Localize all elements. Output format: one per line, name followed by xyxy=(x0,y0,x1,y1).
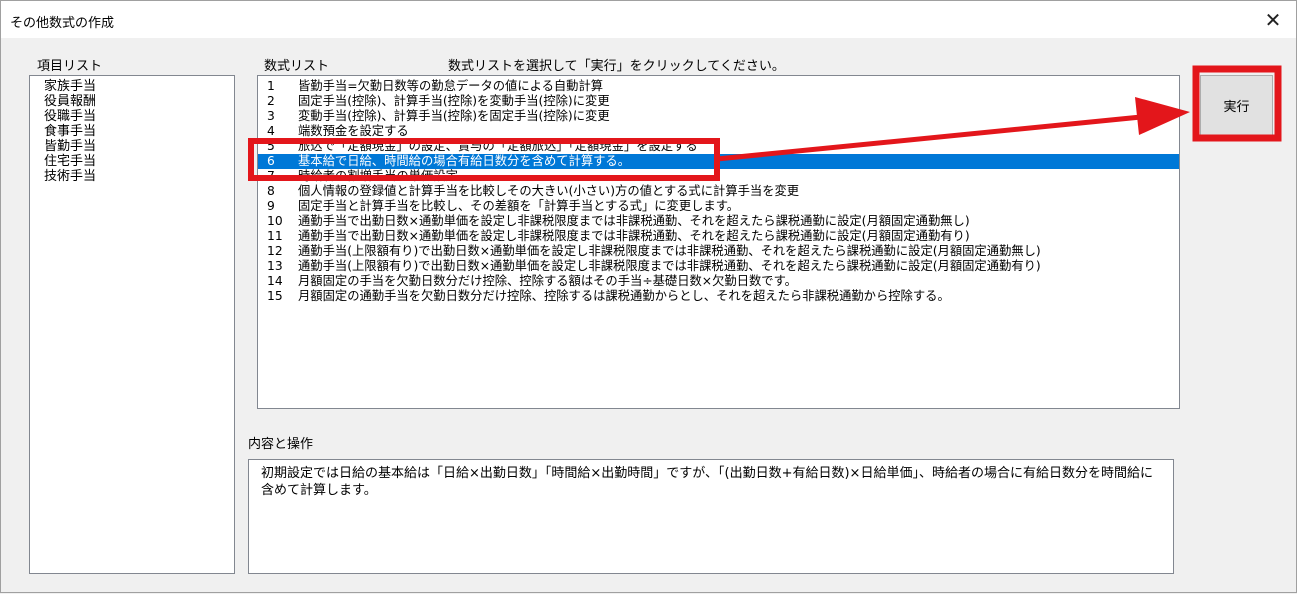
formula-row-text: 個人情報の登録値と計算手当を比較しその大きい(小さい)方の値とする式に計算手当を… xyxy=(298,184,800,198)
formula-row[interactable]: 7 時給者の割増手当の単価設定 xyxy=(258,169,1179,184)
formula-row[interactable]: 1 皆勤手当=欠勤日数等の勤怠データの値による自動計算 xyxy=(258,79,1179,94)
list-item[interactable]: 役員報酬 xyxy=(30,94,234,109)
list-item[interactable]: 皆勤手当 xyxy=(30,139,234,154)
formula-row-number: 8 xyxy=(267,184,275,198)
close-button[interactable]: ✕ xyxy=(1250,1,1296,38)
window-title: その他数式の作成 xyxy=(10,16,115,31)
dialog-window: その他数式の作成 ✕ 項目リスト 家族手当 役員報酬 役職手当 食事手当 皆勤手当 住宅手… xyxy=(0,0,1297,593)
formula-row-text: 時給者の割増手当の単価設定 xyxy=(298,169,458,183)
list-item[interactable]: 食事手当 xyxy=(30,124,234,139)
formula-list-label: 数式リスト xyxy=(264,59,330,74)
formula-row-text: 皆勤手当=欠勤日数等の勤怠データの値による自動計算 xyxy=(298,79,604,93)
formula-row[interactable]: 2 固定手当(控除)、計算手当(控除)を変動手当(控除)に変更 xyxy=(258,94,1179,109)
instruction-text: 数式リストを選択して「実行」をクリックしてください。 xyxy=(448,59,785,74)
item-listbox[interactable]: 家族手当 役員報酬 役職手当 食事手当 皆勤手当 住宅手当 技術手当 xyxy=(29,75,235,574)
formula-row-text: 月額固定の通勤手当を欠勤日数分だけ控除、控除するは課税通勤からとし、それを超えた… xyxy=(298,289,950,303)
list-item[interactable]: 家族手当 xyxy=(30,79,234,94)
formula-row[interactable]: 8 個人情報の登録値と計算手当を比較しその大きい(小さい)方の値とする式に計算手当… xyxy=(258,184,1179,199)
formula-row[interactable]: 10 通勤手当で出勤日数×通勤単価を設定し非課税限度までは非課税通勤、それを超えた… xyxy=(258,214,1179,229)
formula-row-number: 12 xyxy=(267,244,283,258)
list-item[interactable]: 技術手当 xyxy=(30,169,234,184)
formula-row-number: 7 xyxy=(267,169,275,183)
formula-row-text: 通勤手当で出勤日数×通勤単価を設定し非課税限度までは非課税通勤、それを超えたら課… xyxy=(298,229,970,243)
formula-row-text: 変動手当(控除)、計算手当(控除)を固定手当(控除)に変更 xyxy=(298,109,610,123)
formula-row-number: 9 xyxy=(267,199,275,213)
formula-row[interactable]: 11 通勤手当で出勤日数×通勤単価を設定し非課税限度までは非課税通勤、それを超えた… xyxy=(258,229,1179,244)
formula-row-number: 2 xyxy=(267,94,275,108)
formula-row[interactable]: 9 固定手当と計算手当を比較し、その差額を「計算手当とする式」に変更します。 xyxy=(258,199,1179,214)
execute-button[interactable]: 実行 xyxy=(1200,75,1273,136)
formula-row[interactable]: 3 変動手当(控除)、計算手当(控除)を固定手当(控除)に変更 xyxy=(258,109,1179,124)
close-icon: ✕ xyxy=(1264,7,1282,32)
formula-row-number: 15 xyxy=(267,289,283,303)
formula-row-number: 4 xyxy=(267,124,275,138)
formula-row-text: 通勤手当で出勤日数×通勤単価を設定し非課税限度までは非課税通勤、それを超えたら課… xyxy=(298,214,970,228)
formula-row[interactable]: 12 通勤手当(上限額有り)で出勤日数×通勤単価を設定し非課税限度までは非課税通勤… xyxy=(258,244,1179,259)
formula-row[interactable]: 5 旅込で「定額現金」の設定、賞与の「定額旅込」「定額現金」を設定する xyxy=(258,139,1179,154)
formula-row-number: 5 xyxy=(267,139,275,153)
formula-row-text: 通勤手当(上限額有り)で出勤日数×通勤単価を設定し非課税限度までは非課税通勤、そ… xyxy=(298,244,1041,258)
formula-row-text: 固定手当と計算手当を比較し、その差額を「計算手当とする式」に変更します。 xyxy=(298,199,740,213)
description-textbox[interactable]: 初期設定では日給の基本給は「日給×出勤日数」「時間給×出勤時間」ですが、「(出勤… xyxy=(248,459,1174,574)
formula-listbox[interactable]: 1 皆勤手当=欠勤日数等の勤怠データの値による自動計算 2 固定手当(控除)、計算手当… xyxy=(257,75,1180,409)
description-label: 内容と操作 xyxy=(248,437,314,452)
formula-row[interactable]: 14 月額固定の手当を欠勤日数分だけ控除、控除する額はその手当÷基礎日数×欠勤日数… xyxy=(258,274,1179,289)
formula-row-text: 通勤手当(上限額有り)で出勤日数×通勤単価を設定し非課税限度までは非課税通勤、そ… xyxy=(298,259,1041,273)
formula-row[interactable]: 4 端数預金を設定する xyxy=(258,124,1179,139)
formula-row-text: 基本給で日給、時間給の場合有給日数分を含めて計算する。 xyxy=(298,154,631,168)
list-item[interactable]: 住宅手当 xyxy=(30,154,234,169)
formula-row-number: 14 xyxy=(267,274,283,288)
formula-row-text: 固定手当(控除)、計算手当(控除)を変動手当(控除)に変更 xyxy=(298,94,610,108)
formula-row[interactable]: 13 通勤手当(上限額有り)で出勤日数×通勤単価を設定し非課税限度までは非課税通勤… xyxy=(258,259,1179,274)
formula-row-text: 端数預金を設定する xyxy=(298,124,409,138)
formula-row-number: 6 xyxy=(267,154,275,168)
formula-row[interactable]: 6 基本給で日給、時間給の場合有給日数分を含めて計算する。 xyxy=(258,154,1179,169)
formula-row-number: 10 xyxy=(267,214,283,228)
formula-row-number: 3 xyxy=(267,109,275,123)
formula-row-number: 1 xyxy=(267,79,275,93)
formula-row-text: 月額固定の手当を欠勤日数分だけ控除、控除する額はその手当÷基礎日数×欠勤日数です… xyxy=(298,274,797,288)
formula-row-number: 13 xyxy=(267,259,283,273)
list-item[interactable]: 役職手当 xyxy=(30,109,234,124)
title-bar: その他数式の作成 ✕ xyxy=(1,1,1296,38)
item-list-label: 項目リスト xyxy=(37,59,103,74)
formula-row-text: 旅込で「定額現金」の設定、賞与の「定額旅込」「定額現金」を設定する xyxy=(298,139,698,153)
formula-row[interactable]: 15 月額固定の通勤手当を欠勤日数分だけ控除、控除するは課税通勤からとし、それを超… xyxy=(258,289,1179,304)
formula-row-number: 11 xyxy=(267,229,283,243)
